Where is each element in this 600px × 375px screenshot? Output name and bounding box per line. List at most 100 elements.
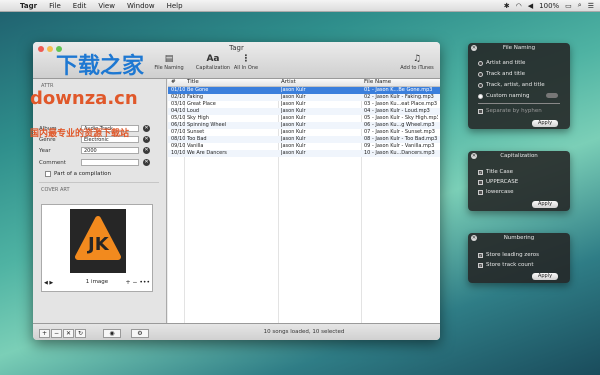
checkbox-icon — [478, 108, 483, 114]
cell-file-name: 03 - Jason Ku...eat Place.mp3 — [364, 101, 438, 107]
numbering-option-track-count[interactable]: ✓ Store track count — [478, 262, 534, 268]
clear-album-icon[interactable]: ✕ — [143, 125, 150, 132]
clear-comment-icon[interactable]: ✕ — [143, 159, 150, 166]
cell-number: 01/10 — [171, 87, 185, 93]
divider — [478, 103, 560, 104]
apply-numbering-button[interactable]: Apply — [532, 273, 558, 280]
search-icon[interactable]: ⌕ — [578, 1, 582, 10]
bottom-bar: + − ✕ ↻ ◉ ⚙ 10 songs loaded, 10 selected — [33, 323, 440, 340]
close-panel-icon[interactable]: ✕ — [471, 153, 477, 159]
cell-title: Be Gone — [187, 87, 209, 93]
close-panel-icon[interactable]: ✕ — [471, 235, 477, 241]
battery-icon[interactable]: ▭ — [565, 2, 572, 10]
table-row[interactable]: 04/10 Loud Jason Kulr 04 - Jason Kulr - Lou… — [168, 108, 440, 115]
table-row[interactable]: 02/10 Faking Jason Kulr 02 - Jason Kulr - F… — [168, 94, 440, 101]
compilation-checkbox[interactable] — [45, 171, 51, 177]
cell-number: 10/10 — [171, 150, 185, 156]
menu-file[interactable]: File — [43, 2, 67, 10]
cell-artist: Jason Kulr — [281, 143, 306, 149]
custom-naming-toggle[interactable] — [546, 93, 558, 98]
menu-app-name[interactable]: Tagr — [14, 2, 43, 10]
column-header-file-name[interactable]: File Name — [364, 79, 391, 86]
cell-number: 08/10 — [171, 136, 185, 142]
naming-option-track-artist-title[interactable]: Track, artist, and title — [478, 82, 545, 88]
capitalization-panel: ✕ Capitalization ✓ Title Case UPPERCASE l… — [468, 151, 570, 211]
table-row[interactable]: 06/10 Spinning Wheel Jason Kulr 06 - Jason … — [168, 122, 440, 129]
toolbar-file-naming[interactable]: ▤ File Naming — [151, 54, 187, 71]
menu-window[interactable]: Window — [121, 2, 161, 10]
table-row[interactable]: 03/10 Great Place Jason Kulr 03 - Jason Ku.… — [168, 101, 440, 108]
cell-artist: Jason Kulr — [281, 108, 306, 114]
cell-title: We Are Dancers — [187, 150, 227, 156]
svg-text:JK: JK — [86, 234, 110, 255]
year-row: Year 2000 ✕ — [39, 147, 150, 154]
column-header-artist[interactable]: Artist — [281, 79, 296, 86]
main-window: Tagr ▤ File Naming Aa Capitalization ⋮ A… — [33, 42, 440, 340]
cell-file-name: 02 - Jason Kulr - Faking.mp3 — [364, 94, 434, 100]
image-add-remove-icon[interactable]: + − ••• — [126, 279, 151, 286]
clear-button[interactable]: ✕ — [63, 329, 74, 338]
cell-artist: Jason Kulr — [281, 94, 306, 100]
cell-artist: Jason Kulr — [281, 136, 306, 142]
list-icon[interactable]: ☰ — [588, 2, 594, 10]
naming-option-custom[interactable]: Custom naming — [478, 93, 530, 99]
cell-title: Loud — [187, 108, 200, 114]
numbering-option-leading-zeros[interactable]: ✓ Store leading zeros — [478, 252, 539, 258]
radio-selected-icon — [478, 93, 483, 99]
cell-file-name: 10 - Jason Ku...Dancers.mp3 — [364, 150, 435, 156]
naming-option-artist-title[interactable]: Artist and title — [478, 60, 525, 66]
year-field[interactable]: 2000 — [81, 147, 139, 154]
cell-title: Sunset — [187, 129, 205, 135]
cover-art-image: JK — [70, 209, 126, 273]
menu-edit[interactable]: Edit — [67, 2, 93, 10]
remove-file-button[interactable]: − — [51, 329, 62, 338]
table-row[interactable]: 09/10 Vanilla Jason Kulr 09 - Jason Kulr - … — [168, 143, 440, 150]
refresh-icon[interactable]: ↻ — [75, 329, 86, 338]
watermark-line1: 下载之家 — [56, 54, 145, 79]
clear-genre-icon[interactable]: ✕ — [143, 136, 150, 143]
apply-capitalization-button[interactable]: Apply — [532, 201, 558, 208]
toolbar-add-to-itunes[interactable]: ♫ Add to iTunes — [399, 54, 435, 71]
column-header-number[interactable]: # — [171, 79, 176, 86]
apply-naming-button[interactable]: Apply — [532, 120, 558, 127]
table-row[interactable]: 07/10 Sunset Jason Kulr 07 - Jason Kulr - S… — [168, 129, 440, 136]
naming-option-track-title[interactable]: Track and title — [478, 71, 525, 77]
cell-file-name: 07 - Jason Kulr - Sunset.mp3 — [364, 129, 435, 135]
cap-option-title-case[interactable]: ✓ Title Case — [478, 169, 513, 175]
cell-title: Spinning Wheel — [187, 122, 227, 128]
separator-option[interactable]: Separate by hyphen — [478, 108, 542, 114]
table-row[interactable]: 05/10 Sky High Jason Kulr 05 - Jason Kulr -… — [168, 115, 440, 122]
cap-option-lowercase[interactable]: lowercase — [478, 189, 514, 195]
checkbox-checked-icon: ✓ — [478, 262, 483, 268]
bluetooth-icon[interactable]: ✱ — [504, 2, 510, 10]
close-panel-icon[interactable]: ✕ — [471, 45, 477, 51]
add-file-button[interactable]: + — [39, 329, 50, 338]
checkbox-checked-icon: ✓ — [478, 169, 483, 175]
table-row[interactable]: 10/10 We Are Dancers Jason Kulr 10 - Jason … — [168, 150, 440, 157]
menu-help[interactable]: Help — [161, 2, 189, 10]
preview-eye-icon[interactable]: ◉ — [103, 329, 121, 338]
comment-field[interactable] — [81, 159, 139, 166]
cap-option-uppercase[interactable]: UPPERCASE — [478, 179, 518, 185]
all-in-one-icon: ⋮ — [241, 54, 251, 64]
toolbar-all-in-one[interactable]: ⋮ All In One — [233, 54, 259, 71]
radio-icon — [478, 71, 483, 77]
cell-file-name: 05 - Jason Kulr - Sky High.mp3 — [364, 115, 438, 121]
volume-icon[interactable]: ◀ — [528, 2, 533, 10]
menu-view[interactable]: View — [92, 2, 121, 10]
cell-file-name: 04 - Jason Kulr - Loud.mp3 — [364, 108, 430, 114]
cell-number: 03/10 — [171, 101, 185, 107]
cover-art-well[interactable]: JK ◀ ▶ 1 image + − ••• — [41, 204, 153, 292]
compilation-row: Part of a compilation — [45, 171, 111, 177]
column-header-title[interactable]: Title — [187, 79, 199, 86]
divider — [39, 182, 159, 183]
panel-title: Capitalization — [500, 153, 538, 159]
gear-icon[interactable]: ⚙ — [131, 329, 149, 338]
year-label: Year — [39, 147, 51, 154]
toolbar-capitalization[interactable]: Aa Capitalization — [193, 54, 233, 71]
clear-year-icon[interactable]: ✕ — [143, 147, 150, 154]
wifi-icon[interactable]: ◠ — [516, 2, 522, 10]
table-row[interactable]: 08/10 Too Bad Jason Kulr 08 - Jason Kulr - … — [168, 136, 440, 143]
status-text: 10 songs loaded, 10 selected — [263, 329, 345, 335]
table-row[interactable]: 01/10 Be Gone Jason Kulr 01 - Jason K...Be … — [168, 87, 440, 94]
